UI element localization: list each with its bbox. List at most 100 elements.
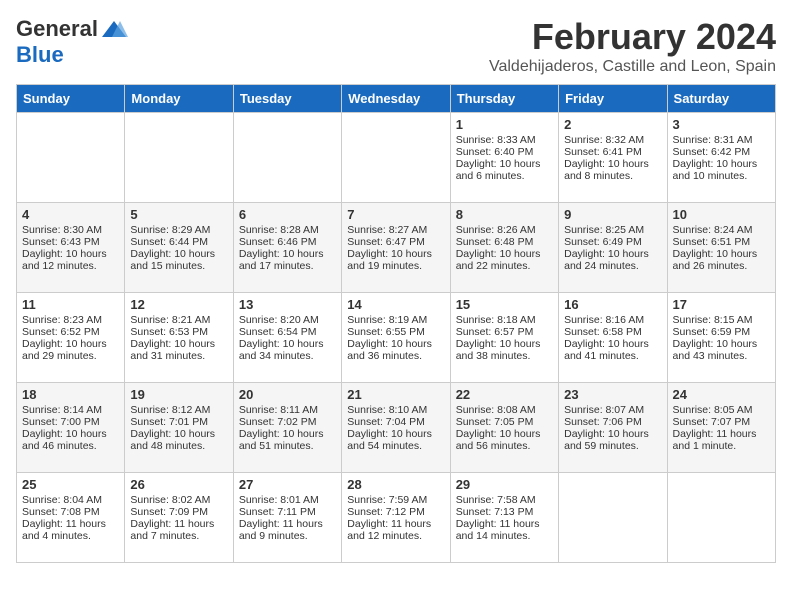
day-number: 8 <box>456 207 553 222</box>
day-cell: 4Sunrise: 8:30 AMSunset: 6:43 PMDaylight… <box>17 203 125 293</box>
day-info-line: Sunrise: 8:12 AM <box>130 404 227 416</box>
day-info-line: Daylight: 10 hours <box>564 248 661 260</box>
day-info-line: and 12 minutes. <box>347 530 444 542</box>
header-row: SundayMondayTuesdayWednesdayThursdayFrid… <box>17 85 776 113</box>
week-row-4: 18Sunrise: 8:14 AMSunset: 7:00 PMDayligh… <box>17 383 776 473</box>
day-info-line: and 59 minutes. <box>564 440 661 452</box>
day-cell: 15Sunrise: 8:18 AMSunset: 6:57 PMDayligh… <box>450 293 558 383</box>
day-info-line: Sunrise: 8:31 AM <box>673 134 770 146</box>
day-cell: 29Sunrise: 7:58 AMSunset: 7:13 PMDayligh… <box>450 473 558 563</box>
day-number: 9 <box>564 207 661 222</box>
day-info-line: and 15 minutes. <box>130 260 227 272</box>
day-info-line: Daylight: 10 hours <box>22 338 119 350</box>
day-info-line: and 29 minutes. <box>22 350 119 362</box>
day-info-line: Sunrise: 8:15 AM <box>673 314 770 326</box>
day-info-line: Sunset: 6:42 PM <box>673 146 770 158</box>
day-info-line: Sunrise: 7:59 AM <box>347 494 444 506</box>
day-cell: 16Sunrise: 8:16 AMSunset: 6:58 PMDayligh… <box>559 293 667 383</box>
day-info-line: Sunrise: 8:01 AM <box>239 494 336 506</box>
day-number: 12 <box>130 297 227 312</box>
day-info-line: Sunrise: 8:23 AM <box>22 314 119 326</box>
day-number: 13 <box>239 297 336 312</box>
day-number: 14 <box>347 297 444 312</box>
day-info-line: and 46 minutes. <box>22 440 119 452</box>
col-header-tuesday: Tuesday <box>233 85 341 113</box>
day-info-line: and 41 minutes. <box>564 350 661 362</box>
day-info-line: and 17 minutes. <box>239 260 336 272</box>
day-number: 23 <box>564 387 661 402</box>
day-info-line: Sunset: 6:55 PM <box>347 326 444 338</box>
col-header-wednesday: Wednesday <box>342 85 450 113</box>
day-number: 6 <box>239 207 336 222</box>
day-cell: 9Sunrise: 8:25 AMSunset: 6:49 PMDaylight… <box>559 203 667 293</box>
day-info-line: Daylight: 10 hours <box>456 338 553 350</box>
day-info-line: Sunrise: 8:32 AM <box>564 134 661 146</box>
day-number: 22 <box>456 387 553 402</box>
day-number: 17 <box>673 297 770 312</box>
day-info-line: Sunrise: 8:27 AM <box>347 224 444 236</box>
day-info-line: Sunrise: 8:11 AM <box>239 404 336 416</box>
day-number: 18 <box>22 387 119 402</box>
day-number: 16 <box>564 297 661 312</box>
day-info-line: Daylight: 11 hours <box>22 518 119 530</box>
day-info-line: Sunset: 6:54 PM <box>239 326 336 338</box>
day-info-line: Sunset: 6:58 PM <box>564 326 661 338</box>
day-info-line: Daylight: 10 hours <box>347 248 444 260</box>
day-info-line: Daylight: 10 hours <box>239 338 336 350</box>
day-info-line: Sunset: 6:51 PM <box>673 236 770 248</box>
day-cell <box>667 473 775 563</box>
day-info-line: Sunrise: 8:04 AM <box>22 494 119 506</box>
day-cell: 10Sunrise: 8:24 AMSunset: 6:51 PMDayligh… <box>667 203 775 293</box>
day-cell: 24Sunrise: 8:05 AMSunset: 7:07 PMDayligh… <box>667 383 775 473</box>
day-info-line: Sunrise: 8:18 AM <box>456 314 553 326</box>
day-number: 27 <box>239 477 336 492</box>
day-cell: 23Sunrise: 8:07 AMSunset: 7:06 PMDayligh… <box>559 383 667 473</box>
day-number: 3 <box>673 117 770 132</box>
day-info-line: Sunset: 7:05 PM <box>456 416 553 428</box>
day-number: 25 <box>22 477 119 492</box>
day-info-line: Sunrise: 8:19 AM <box>347 314 444 326</box>
day-number: 19 <box>130 387 227 402</box>
day-info-line: Sunset: 7:11 PM <box>239 506 336 518</box>
day-info-line: Daylight: 10 hours <box>22 428 119 440</box>
location-title: Valdehijaderos, Castille and Leon, Spain <box>489 58 776 76</box>
day-number: 21 <box>347 387 444 402</box>
day-info-line: Sunset: 6:46 PM <box>239 236 336 248</box>
day-number: 7 <box>347 207 444 222</box>
logo-icon <box>100 19 128 39</box>
header: General Blue February 2024 Valdehijadero… <box>16 16 776 76</box>
day-number: 5 <box>130 207 227 222</box>
day-cell <box>17 113 125 203</box>
day-cell <box>233 113 341 203</box>
day-info-line: and 56 minutes. <box>456 440 553 452</box>
day-info-line: Daylight: 10 hours <box>130 338 227 350</box>
day-info-line: Sunrise: 8:26 AM <box>456 224 553 236</box>
day-cell <box>125 113 233 203</box>
day-number: 29 <box>456 477 553 492</box>
day-cell: 5Sunrise: 8:29 AMSunset: 6:44 PMDaylight… <box>125 203 233 293</box>
day-info-line: Sunset: 6:48 PM <box>456 236 553 248</box>
col-header-sunday: Sunday <box>17 85 125 113</box>
day-cell: 3Sunrise: 8:31 AMSunset: 6:42 PMDaylight… <box>667 113 775 203</box>
day-info-line: Daylight: 10 hours <box>564 158 661 170</box>
day-info-line: Sunrise: 8:29 AM <box>130 224 227 236</box>
day-info-line: Daylight: 11 hours <box>673 428 770 440</box>
day-info-line: Sunset: 7:06 PM <box>564 416 661 428</box>
day-info-line: Sunset: 7:00 PM <box>22 416 119 428</box>
day-info-line: Daylight: 10 hours <box>456 428 553 440</box>
day-info-line: Sunrise: 8:10 AM <box>347 404 444 416</box>
day-cell: 26Sunrise: 8:02 AMSunset: 7:09 PMDayligh… <box>125 473 233 563</box>
day-info-line: and 48 minutes. <box>130 440 227 452</box>
day-info-line: Sunrise: 8:07 AM <box>564 404 661 416</box>
week-row-2: 4Sunrise: 8:30 AMSunset: 6:43 PMDaylight… <box>17 203 776 293</box>
day-info-line: Sunset: 6:59 PM <box>673 326 770 338</box>
day-number: 28 <box>347 477 444 492</box>
day-info-line: Sunset: 7:02 PM <box>239 416 336 428</box>
day-cell: 13Sunrise: 8:20 AMSunset: 6:54 PMDayligh… <box>233 293 341 383</box>
day-info-line: and 12 minutes. <box>22 260 119 272</box>
day-info-line: and 34 minutes. <box>239 350 336 362</box>
day-info-line: Sunset: 6:53 PM <box>130 326 227 338</box>
day-cell: 7Sunrise: 8:27 AMSunset: 6:47 PMDaylight… <box>342 203 450 293</box>
day-info-line: Daylight: 10 hours <box>456 248 553 260</box>
day-info-line: and 4 minutes. <box>22 530 119 542</box>
